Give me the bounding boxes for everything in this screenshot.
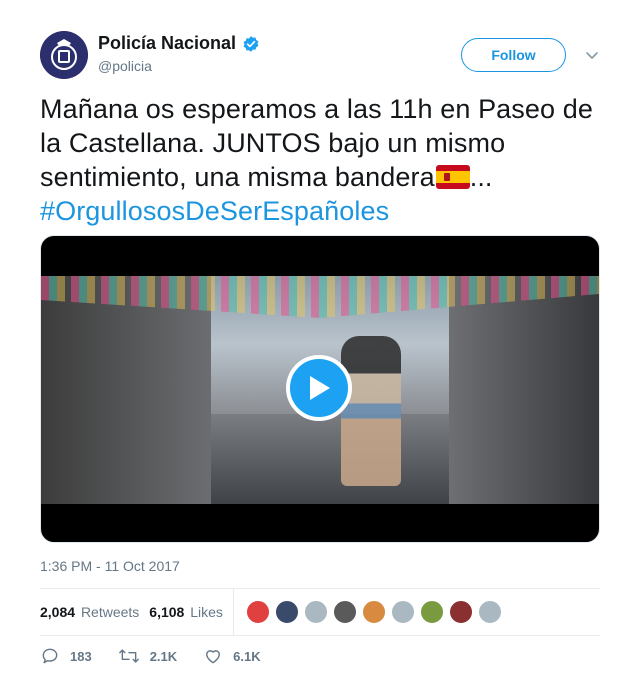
likes-label[interactable]: Likes	[190, 604, 223, 620]
retweet-button[interactable]: 2.1K	[118, 646, 177, 666]
hashtag-link[interactable]: #OrgullososDeSerEspañoles	[40, 196, 389, 226]
play-button[interactable]	[286, 355, 352, 421]
video-player[interactable]	[40, 235, 600, 543]
tweet-ellipsis: ...	[469, 162, 493, 192]
tweet-body: Mañana os esperamos a las 11h en Paseo d…	[40, 94, 593, 192]
liker-avatar[interactable]	[477, 600, 502, 624]
follow-button[interactable]: Follow	[461, 38, 566, 72]
user-handle[interactable]: @policia	[98, 58, 260, 74]
display-name[interactable]: Policía Nacional	[98, 33, 260, 54]
tweet-text: Mañana os esperamos a las 11h en Paseo d…	[40, 92, 608, 228]
reply-count: 183	[70, 648, 92, 664]
liker-avatar[interactable]	[332, 600, 357, 624]
police-badge-icon	[40, 31, 88, 79]
like-button[interactable]: 6.1K	[203, 646, 261, 666]
heart-icon	[206, 650, 221, 664]
liker-avatar[interactable]	[419, 600, 444, 624]
liker-avatar[interactable]	[274, 600, 299, 624]
avatar[interactable]	[40, 31, 88, 79]
likes-stat[interactable]: 6,108 Likes	[149, 604, 223, 620]
chevron-down-icon[interactable]	[584, 47, 600, 63]
engagement-stats: 2,084 Retweets 6,108 Likes	[40, 589, 600, 635]
liker-avatars	[245, 600, 502, 624]
verified-badge-icon	[242, 35, 260, 53]
liker-avatar[interactable]	[245, 600, 270, 624]
liker-avatar[interactable]	[303, 600, 328, 624]
retweet-icon	[118, 649, 139, 663]
divider	[40, 635, 600, 636]
reply-icon	[42, 648, 58, 664]
display-name-text[interactable]: Policía Nacional	[98, 33, 236, 54]
tweet-actions: 183 2.1K 6.1K	[40, 646, 287, 666]
liker-avatar[interactable]	[448, 600, 473, 624]
liker-avatar[interactable]	[361, 600, 386, 624]
retweets-label[interactable]: Retweets	[81, 604, 139, 620]
play-icon	[310, 376, 330, 400]
reply-button[interactable]: 183	[40, 646, 92, 666]
liker-avatar[interactable]	[390, 600, 415, 624]
tweet-header: Policía Nacional @policia Follow	[40, 31, 600, 79]
spain-flag-icon	[435, 165, 470, 189]
stats-divider	[232, 589, 234, 635]
retweets-count[interactable]: 2,084	[40, 604, 75, 620]
like-count: 6.1K	[233, 648, 261, 664]
retweet-count: 2.1K	[149, 648, 178, 664]
retweets-stat[interactable]: 2,084 Retweets	[40, 604, 139, 620]
tweet-timestamp[interactable]: 1:36 PM - 11 Oct 2017	[40, 558, 180, 574]
likes-count[interactable]: 6,108	[149, 604, 184, 620]
